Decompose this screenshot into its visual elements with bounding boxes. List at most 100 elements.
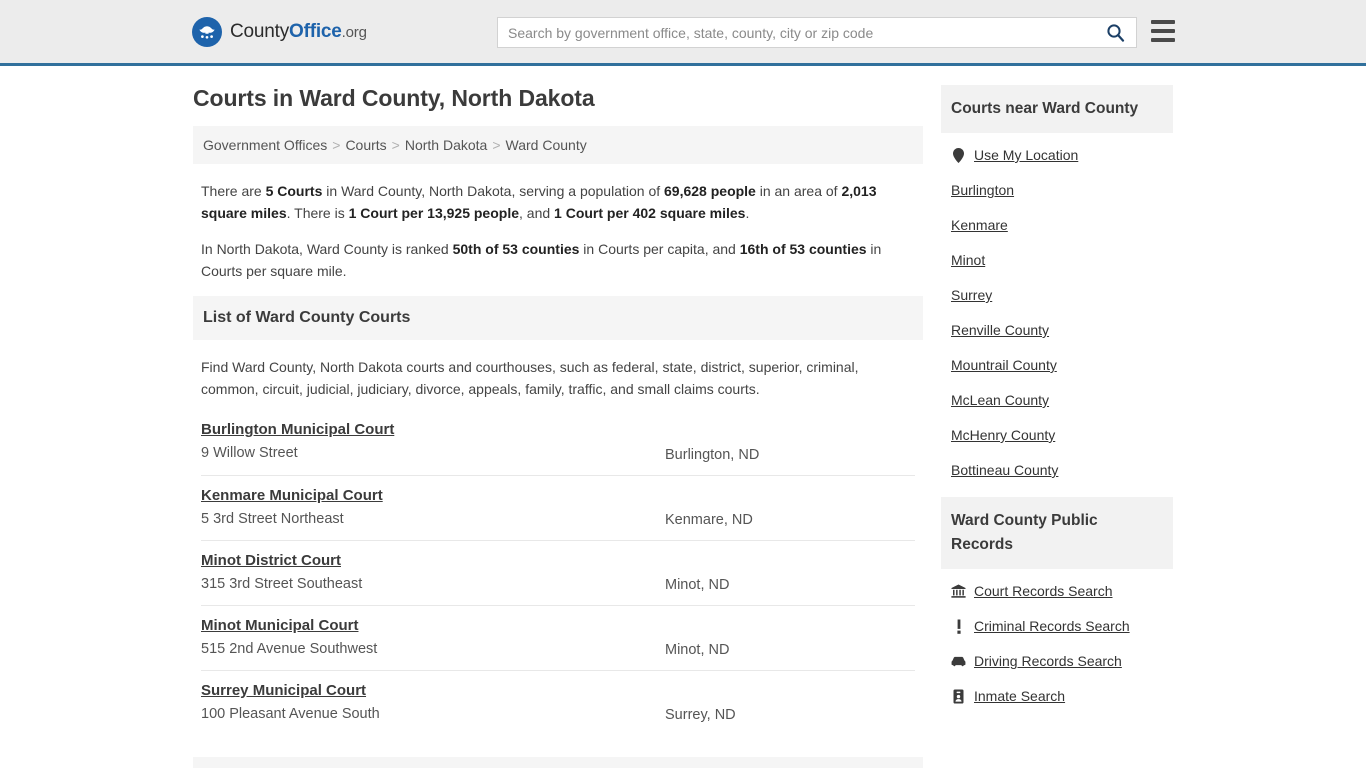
sidebar-item-mchenry-county[interactable]: McHenry County xyxy=(951,427,1163,443)
hamburger-bar xyxy=(1151,29,1175,33)
court-city: Minot, ND xyxy=(665,642,730,658)
stat-per-area: 1 Court per 402 square miles xyxy=(554,205,746,221)
table-row: Minot Municipal Court 515 2nd Avenue Sou… xyxy=(201,605,915,670)
public-records-header: Ward County Public Records xyxy=(941,497,1173,569)
sidebar-item-label: Mountrail County xyxy=(951,357,1057,373)
table-row: Kenmare Municipal Court 5 3rd Street Nor… xyxy=(201,475,915,540)
sidebar-item-label: Kenmare xyxy=(951,217,1008,233)
court-name-link[interactable]: Burlington Municipal Court xyxy=(201,421,394,438)
intro-statistics: There are 5 Courts in Ward County, North… xyxy=(193,164,923,282)
eagle-logo-icon xyxy=(192,16,222,47)
breadcrumb-item-ward-county[interactable]: Ward County xyxy=(506,137,587,153)
sidebar-item-bottineau-county[interactable]: Bottineau County xyxy=(951,462,1163,478)
court-name-link[interactable]: Minot Municipal Court xyxy=(201,617,358,634)
breadcrumb-separator: > xyxy=(391,137,400,153)
sidebar-item-label: Burlington xyxy=(951,182,1015,198)
intro-text: , and xyxy=(519,205,555,221)
court-address: 100 Pleasant Avenue South xyxy=(201,706,380,722)
sidebar-item-renville-county[interactable]: Renville County xyxy=(951,322,1163,338)
courthouse-icon xyxy=(951,584,966,598)
sidebar-item-label: Use My Location xyxy=(974,147,1079,163)
intro-text: in an area of xyxy=(755,183,842,199)
breadcrumb-item-courts[interactable]: Courts xyxy=(345,137,386,153)
sidebar-item-surrey[interactable]: Surrey xyxy=(951,287,1163,303)
sidebar-item-label: Bottineau County xyxy=(951,462,1059,478)
intro-text: in Ward County, North Dakota, serving a … xyxy=(322,183,665,199)
main-content: Courts in Ward County, North Dakota Gove… xyxy=(193,85,923,768)
logo-text-office: Office xyxy=(289,20,342,42)
sidebar-item-inmate-search[interactable]: Inmate Search xyxy=(951,688,1163,704)
stat-court-count: 5 Courts xyxy=(265,183,323,199)
site-header: CountyOffice.org xyxy=(0,0,1366,66)
sidebar-item-label: Inmate Search xyxy=(974,688,1066,704)
hamburger-bar xyxy=(1151,38,1175,42)
sidebar-item-label: Minot xyxy=(951,252,986,268)
court-city: Surrey, ND xyxy=(665,707,736,723)
intro-text: There are xyxy=(201,183,266,199)
intro-paragraph-2: In North Dakota, Ward County is ranked 5… xyxy=(201,238,915,282)
court-list: Burlington Municipal Court 9 Willow Stre… xyxy=(193,410,923,735)
breadcrumb-item-north-dakota[interactable]: North Dakota xyxy=(405,137,487,153)
sidebar-item-minot[interactable]: Minot xyxy=(951,252,1163,268)
stat-rank-capita: 50th of 53 counties xyxy=(452,241,580,257)
stat-population: 69,628 people xyxy=(664,183,756,199)
breadcrumb-separator: > xyxy=(492,137,501,153)
sidebar-item-criminal-records-search[interactable]: Criminal Records Search xyxy=(951,618,1163,634)
court-name-link[interactable]: Kenmare Municipal Court xyxy=(201,487,383,504)
search-bar xyxy=(497,17,1137,48)
sidebar-item-burlington[interactable]: Burlington xyxy=(951,182,1163,198)
sidebar-item-label: Driving Records Search xyxy=(974,653,1122,669)
logo-text-org: .org xyxy=(341,23,367,41)
public-records-links: Court Records Search Criminal Records Se… xyxy=(941,569,1173,704)
site-logo-text: CountyOffice.org xyxy=(230,21,367,43)
court-name-link[interactable]: Surrey Municipal Court xyxy=(201,682,366,699)
court-address: 5 3rd Street Northeast xyxy=(201,511,344,527)
table-row: Surrey Municipal Court 100 Pleasant Aven… xyxy=(201,670,915,735)
court-name-link[interactable]: Minot District Court xyxy=(201,552,341,569)
breadcrumb-separator: > xyxy=(332,137,341,153)
stat-per-capita: 1 Court per 13,925 people xyxy=(348,205,520,221)
intro-text: . There is xyxy=(286,205,349,221)
sidebar-item-court-records-search[interactable]: Court Records Search xyxy=(951,583,1163,599)
sidebar-item-label: McHenry County xyxy=(951,427,1056,443)
court-city: Minot, ND xyxy=(665,577,730,593)
logo-text-county: County xyxy=(230,20,290,42)
nearby-courts-header: Courts near Ward County xyxy=(941,85,1173,133)
map-pin-icon xyxy=(951,147,966,163)
page-container: Courts in Ward County, North Dakota Gove… xyxy=(193,66,1173,768)
intro-paragraph-1: There are 5 Courts in Ward County, North… xyxy=(201,180,915,224)
court-address: 515 2nd Avenue Southwest xyxy=(201,641,378,657)
car-icon xyxy=(951,656,966,667)
sidebar-item-label: Surrey xyxy=(951,287,993,303)
list-section-description: Find Ward County, North Dakota courts an… xyxy=(201,359,859,397)
hamburger-bar xyxy=(1151,20,1175,24)
hamburger-menu-icon[interactable] xyxy=(1151,20,1175,42)
public-records-panel: Ward County Public Records Court Records… xyxy=(941,497,1173,704)
sidebar-item-mountrail-county[interactable]: Mountrail County xyxy=(951,357,1163,373)
breadcrumb-item-government-offices[interactable]: Government Offices xyxy=(203,137,327,153)
sidebar-item-driving-records-search[interactable]: Driving Records Search xyxy=(951,653,1163,669)
sidebar-item-label: McLean County xyxy=(951,392,1050,408)
court-address: 9 Willow Street xyxy=(201,445,298,461)
sidebar-item-label: Court Records Search xyxy=(974,583,1113,599)
sidebar-item-kenmare[interactable]: Kenmare xyxy=(951,217,1163,233)
search-icon xyxy=(1106,24,1124,42)
exclamation-icon xyxy=(951,619,966,634)
sidebar-item-mclean-county[interactable]: McLean County xyxy=(951,392,1163,408)
about-section-header: About Ward County Courts xyxy=(193,757,923,768)
court-address: 315 3rd Street Southeast xyxy=(201,576,363,592)
breadcrumb: Government Offices > Courts > North Dakota > W… xyxy=(193,126,923,164)
table-row: Minot District Court 315 3rd Street Sout… xyxy=(201,540,915,605)
table-row: Burlington Municipal Court 9 Willow Stre… xyxy=(201,410,915,475)
intro-text: . xyxy=(745,205,750,221)
search-button[interactable] xyxy=(1094,18,1136,47)
nearby-courts-links: Use My Location Burlington Kenmare Minot… xyxy=(941,133,1173,478)
sidebar-item-label: Renville County xyxy=(951,322,1050,338)
intro-text: in Courts per capita, and xyxy=(579,241,740,257)
stat-rank-area: 16th of 53 counties xyxy=(739,241,867,257)
sidebar-item-use-my-location[interactable]: Use My Location xyxy=(951,147,1163,163)
nearby-courts-panel: Courts near Ward County Use My Location … xyxy=(941,85,1173,478)
search-input[interactable] xyxy=(498,18,1094,47)
site-logo[interactable]: CountyOffice.org xyxy=(192,16,367,47)
page-title: Courts in Ward County, North Dakota xyxy=(193,85,595,111)
